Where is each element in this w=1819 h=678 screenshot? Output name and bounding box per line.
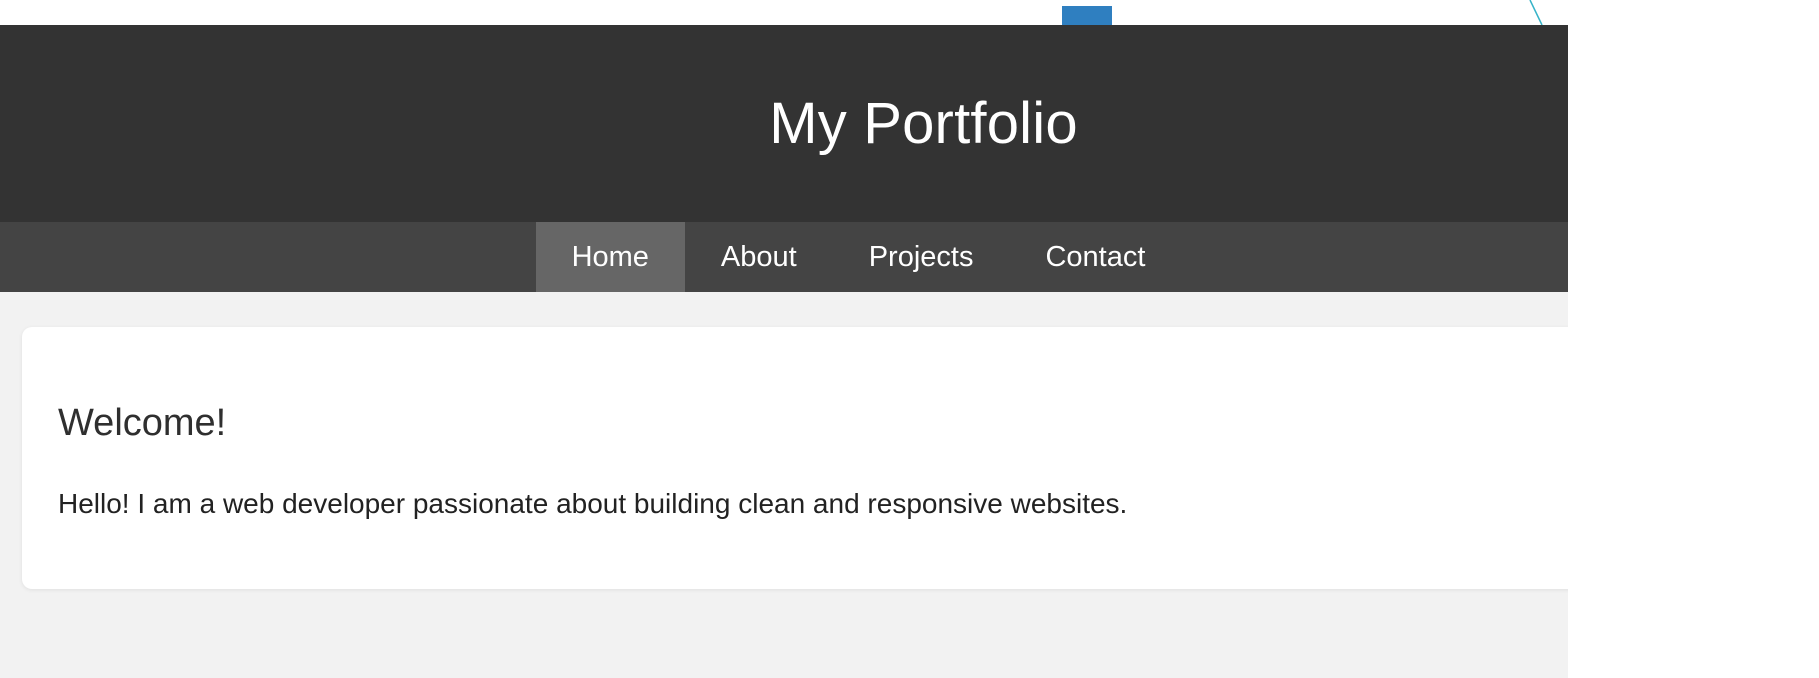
site-header: My Portfolio: [0, 25, 1819, 222]
nav-item-projects[interactable]: Projects: [833, 222, 1010, 292]
nav-item-home[interactable]: Home: [535, 222, 685, 292]
main-nav: Home About Projects Contact: [0, 222, 1819, 292]
intro-text: Hello! I am a web developer passionate a…: [58, 488, 1128, 519]
blue-marker: [1062, 6, 1112, 25]
welcome-heading: Welcome!: [58, 402, 227, 444]
top-strip: [0, 0, 1819, 25]
page-title: My Portfolio: [769, 90, 1078, 156]
nav-list: Home About Projects Contact: [535, 222, 1182, 292]
right-edge-blank: [1568, 0, 1819, 678]
welcome-card: [22, 327, 1819, 589]
nav-item-about[interactable]: About: [685, 222, 833, 292]
nav-item-contact[interactable]: Contact: [1009, 222, 1181, 292]
